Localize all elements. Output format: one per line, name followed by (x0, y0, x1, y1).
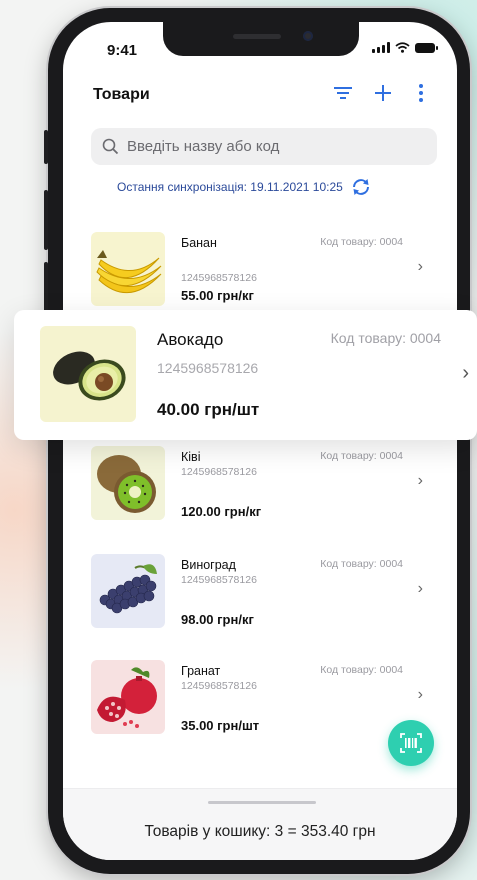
product-code: Код товару: 0004 (320, 664, 403, 676)
search-bar[interactable] (91, 128, 437, 165)
product-item-avocado-highlighted[interactable]: Авокадо Код товару: 0004 1245968578126 4… (14, 310, 477, 440)
sheet-grip-handle[interactable] (208, 801, 316, 804)
chevron-right-icon: › (417, 580, 423, 597)
product-name: Виноград (181, 558, 236, 572)
phone-mute-switch (44, 130, 48, 164)
cart-total-text: Товарів у кошику: 3 = 353.40 грн (144, 823, 376, 840)
product-item-banana[interactable]: Банан Код товару: 0004 1245968578126 55.… (89, 232, 435, 318)
phone-notch (163, 22, 359, 56)
product-code: Код товару: 0004 (320, 558, 403, 570)
product-item-grapes[interactable]: Виноград Код товару: 0004 1245968578126 … (89, 554, 435, 640)
signal-icon (372, 42, 390, 53)
search-input[interactable] (125, 137, 429, 156)
avocado-image (40, 326, 136, 422)
product-item-kiwi[interactable]: Ківі Код товару: 0004 1245968578126 120.… (89, 446, 435, 532)
product-code: Код товару: 0004 (330, 330, 441, 346)
product-barcode: 1245968578126 (181, 680, 257, 692)
app-screen: 9:41 Товари Остання синхронізація: 1 (63, 22, 457, 860)
cart-summary-bar[interactable]: Товарів у кошику: 3 = 353.40 грн (63, 788, 457, 860)
search-icon (102, 138, 119, 154)
product-price: 98.00 грн/кг (181, 612, 254, 627)
product-price: 40.00 грн/шт (157, 400, 260, 419)
product-name: Авокадо (157, 330, 224, 349)
wifi-icon (395, 42, 410, 53)
product-name: Ківі (181, 450, 201, 464)
add-icon[interactable] (373, 83, 393, 103)
grapes-image (91, 554, 165, 628)
pomegranate-image (91, 660, 165, 734)
chevron-right-icon: › (417, 686, 423, 703)
chevron-right-icon: › (462, 362, 469, 384)
product-barcode: 1245968578126 (181, 574, 257, 586)
product-code: Код товару: 0004 (320, 236, 403, 248)
status-time: 9:41 (107, 42, 138, 59)
chevron-right-icon: › (417, 258, 423, 275)
product-name: Банан (181, 236, 217, 250)
product-price: 120.00 грн/кг (181, 504, 262, 519)
product-item-pomegranate[interactable]: Гранат Код товару: 0004 1245968578126 35… (89, 660, 435, 746)
battery-icon (415, 42, 438, 53)
filter-icon[interactable] (333, 84, 353, 102)
sync-status: Остання синхронізація: 19.11.2021 10:25 (117, 178, 371, 196)
notch-speaker (233, 34, 281, 39)
sync-icon[interactable] (351, 178, 371, 196)
phone-volume-up (44, 190, 48, 250)
product-price: 55.00 грн/кг (181, 288, 254, 303)
barcode-scan-icon (400, 733, 422, 753)
product-name: Гранат (181, 664, 221, 678)
product-code: Код товару: 0004 (320, 450, 403, 462)
product-barcode: 1245968578126 (181, 272, 257, 284)
sync-text: Остання синхронізація: 19.11.2021 10:25 (117, 180, 343, 194)
status-icons (372, 42, 438, 53)
page-title: Товари (93, 86, 150, 103)
product-price: 35.00 грн/шт (181, 718, 260, 733)
product-barcode: 1245968578126 (157, 360, 259, 376)
more-options-icon[interactable] (417, 83, 425, 103)
kiwi-image (91, 446, 165, 520)
banana-image (91, 232, 165, 306)
notch-camera (303, 31, 313, 41)
product-barcode: 1245968578126 (181, 466, 257, 478)
chevron-right-icon: › (417, 472, 423, 489)
scan-barcode-button[interactable] (388, 720, 434, 766)
